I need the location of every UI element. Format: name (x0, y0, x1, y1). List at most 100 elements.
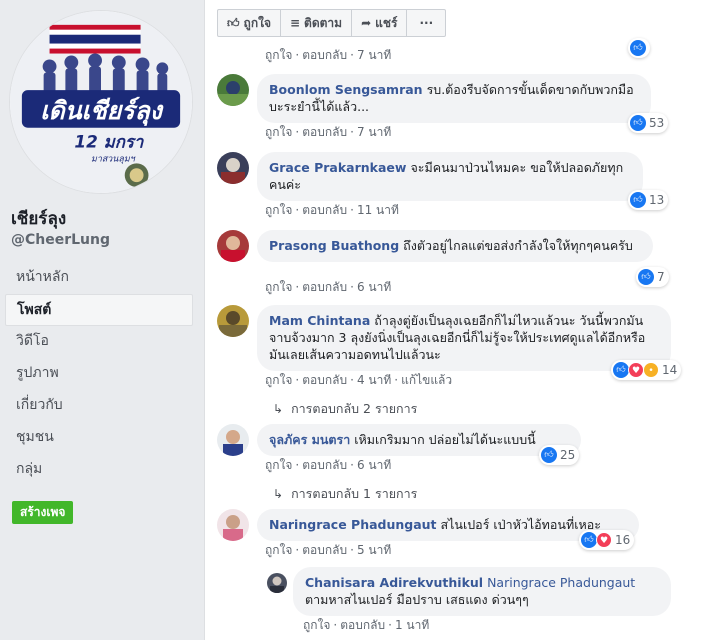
share-page-button[interactable]: ➦ แชร์ (352, 10, 408, 36)
comment-time[interactable]: 6 นาที (357, 458, 391, 472)
comment-reactions[interactable]: 👍︎ 7 (636, 267, 669, 287)
like-page-button[interactable]: 👍︎ ถูกใจ (218, 10, 281, 36)
reaction-count: 14 (662, 363, 678, 377)
comment-edited[interactable]: แก้ไขแล้ว (401, 373, 452, 387)
comment-mention[interactable]: Naringrace Phadungaut (487, 575, 635, 590)
comment-time[interactable]: 7 นาที (357, 48, 391, 62)
page-sidebar: เดินเชียร์ลุง 12 มกรา มาสวนลุมฯ เชียร์ลุ… (0, 0, 204, 640)
comment-time[interactable]: 7 นาที (357, 125, 391, 139)
comment-author[interactable]: Boonlom Sengsamran (269, 82, 423, 97)
comment-reply-link[interactable]: ตอบกลับ (302, 280, 347, 294)
more-options-button[interactable]: ··· (407, 10, 445, 36)
comment-reply-link[interactable]: ตอบกลับ (302, 543, 347, 557)
create-page-button[interactable]: สร้างเพจ (12, 501, 74, 524)
thumbs-up-icon: 👍︎ (227, 16, 240, 30)
svg-text:เดินเชียร์ลุง: เดินเชียร์ลุง (40, 96, 164, 126)
comment-meta: ถูกใจ · ตอบกลับ · 6 นาที (265, 280, 392, 294)
comment-bubble: Grace Prakarnkaew จะมีคนมาป่วนไหมคะ ขอให… (257, 152, 643, 201)
nav-item-about[interactable]: เกี่ยวกับ (5, 390, 193, 422)
page-action-bar: 👍︎ ถูกใจ ≡ ติดตาม ➦ แชร์ ··· (217, 9, 447, 37)
comment-reply-link[interactable]: ตอบกลับ (340, 618, 385, 632)
comment-time[interactable]: 1 นาที (395, 618, 429, 632)
nav-item-community[interactable]: ชุมชน (5, 422, 193, 454)
comment-time[interactable]: 11 นาที (357, 203, 399, 217)
avatar[interactable] (217, 509, 249, 541)
nav-item-posts[interactable]: โพสต์ (5, 294, 193, 326)
more-dots-icon: ··· (419, 16, 434, 30)
comment-time[interactable]: 4 นาที (357, 373, 391, 387)
avatar[interactable] (217, 424, 249, 456)
comment-reactions[interactable]: 👍︎ 25 (539, 445, 580, 465)
like-reaction-icon: 👍︎ (613, 362, 629, 378)
comment-like-link[interactable]: ถูกใจ (265, 48, 292, 62)
comment-like-link[interactable]: ถูกใจ (265, 543, 292, 557)
comment-text: เหิมเกริมมาก ปล่อยไม่ได้นะแบบนี้ (354, 432, 536, 447)
comment-author[interactable]: Chanisara Adirekvuthikul (305, 575, 483, 590)
share-page-label: แชร์ (375, 16, 398, 30)
comment-author[interactable]: Grace Prakarnkaew (269, 160, 406, 175)
love-reaction-icon: ♥ (596, 532, 612, 548)
comment-time[interactable]: 6 นาที (357, 280, 391, 294)
comment-reply-link[interactable]: ตอบกลับ (302, 458, 347, 472)
comment-bubble: Boonlom Sengsamran รบ.ต้องรีบจัดการขั้นเ… (257, 74, 651, 123)
comment-author[interactable]: Naringrace Phadungaut (269, 517, 437, 532)
svg-text:มาสวนลุมฯ: มาสวนลุมฯ (91, 154, 136, 164)
reply-arrow-icon: ↳ (273, 487, 284, 501)
avatar[interactable] (217, 74, 249, 106)
replies-count: การตอบกลับ 1 รายการ (291, 486, 418, 501)
share-arrow-icon: ➦ (361, 16, 372, 30)
nav-item-photos[interactable]: รูปภาพ (5, 358, 193, 390)
comment-like-link[interactable]: ถูกใจ (265, 203, 292, 217)
comment-like-link[interactable]: ถูกใจ (303, 618, 330, 632)
replies-count: การตอบกลับ 2 รายการ (291, 401, 418, 416)
comment-reactions[interactable]: 👍︎ (628, 38, 650, 58)
comment-meta: ถูกใจ · ตอบกลับ · 1 นาที (303, 618, 430, 632)
comment-reactions[interactable]: 👍︎ ♥ • 14 (611, 360, 682, 380)
comment-text: ตามหาสไนเปอร์ มือปราบ เสธแดง ด่วนๆๆ (305, 592, 529, 607)
nav-item-videos[interactable]: วิดีโอ (5, 326, 193, 358)
comment-bubble: Mam Chintana ถ้าลุงตู่ยังเป็นลุงเฉยอีกก็… (257, 305, 671, 371)
reaction-count: 16 (615, 533, 631, 547)
comment-reactions[interactable]: 👍︎ ♥ 16 (579, 530, 635, 550)
comment-reply-link[interactable]: ตอบกลับ (302, 48, 347, 62)
avatar[interactable] (217, 152, 249, 184)
reply-bubble: Chanisara Adirekvuthikul Naringrace Phad… (293, 567, 671, 616)
comment-like-link[interactable]: ถูกใจ (265, 280, 292, 294)
page-name[interactable]: เชียร์ลุง (11, 205, 66, 232)
comment-reply-link[interactable]: ตอบกลับ (302, 125, 347, 139)
page-profile-picture[interactable]: เดินเชียร์ลุง 12 มกรา มาสวนลุมฯ (9, 10, 193, 194)
comment-reply-link[interactable]: ตอบกลับ (302, 203, 347, 217)
follow-page-label: ติดตาม (304, 16, 343, 30)
like-page-label: ถูกใจ (243, 16, 271, 30)
comment-meta: ถูกใจ · ตอบกลับ · 6 นาที (265, 458, 392, 472)
like-reaction-icon: 👍︎ (630, 40, 646, 56)
like-reaction-icon: 👍︎ (630, 115, 646, 131)
comment-author[interactable]: Mam Chintana (269, 313, 370, 328)
comment-like-link[interactable]: ถูกใจ (265, 458, 292, 472)
reaction-count: 53 (649, 116, 665, 130)
nav-item-home[interactable]: หน้าหลัก (5, 262, 193, 294)
comment-meta: ถูกใจ · ตอบกลับ · 4 นาที · แก้ไขแล้ว (265, 373, 453, 387)
comment-time[interactable]: 5 นาที (357, 543, 391, 557)
rss-icon: ≡ (289, 16, 301, 30)
like-reaction-icon: 👍︎ (630, 192, 646, 208)
comment-author[interactable]: จุลภัคร มนตรา (269, 432, 350, 447)
reply-arrow-icon: ↳ (273, 402, 284, 416)
reaction-count: 13 (649, 193, 665, 207)
like-reaction-icon: 👍︎ (581, 532, 597, 548)
avatar[interactable] (217, 230, 249, 262)
nav-item-groups[interactable]: กลุ่ม (5, 454, 193, 486)
comment-like-link[interactable]: ถูกใจ (265, 373, 292, 387)
avatar[interactable] (217, 305, 249, 337)
comment-author[interactable]: Prasong Buathong (269, 238, 399, 253)
comment-reactions[interactable]: 👍︎ 53 (628, 113, 669, 133)
page-handle[interactable]: @CheerLung (11, 232, 110, 248)
follow-page-button[interactable]: ≡ ติดตาม (281, 10, 353, 36)
comment-reactions[interactable]: 👍︎ 13 (628, 190, 669, 210)
comment-reply-link[interactable]: ตอบกลับ (302, 373, 347, 387)
comment-meta: ถูกใจ · ตอบกลับ · 7 นาที (265, 125, 392, 139)
avatar[interactable] (267, 573, 287, 593)
view-replies-link[interactable]: ↳ การตอบกลับ 2 รายการ (273, 399, 417, 419)
comment-like-link[interactable]: ถูกใจ (265, 125, 292, 139)
view-replies-link[interactable]: ↳ การตอบกลับ 1 รายการ (273, 484, 417, 504)
